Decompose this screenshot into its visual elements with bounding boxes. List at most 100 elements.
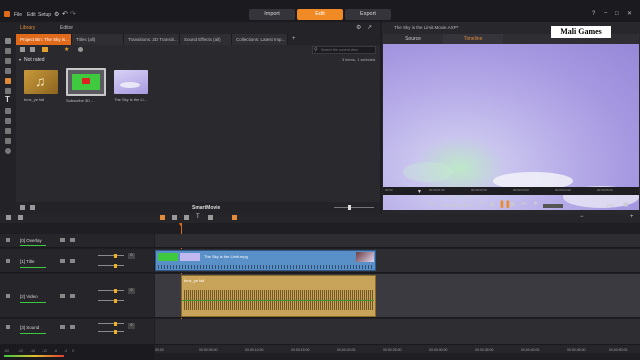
- track-lock-icon[interactable]: [6, 259, 10, 263]
- library-title[interactable]: Library: [20, 25, 35, 31]
- track-volume-slider[interactable]: [98, 321, 124, 326]
- tab-transitions[interactable]: Transitions: 2D Transiti...: [124, 34, 180, 45]
- track-name[interactable]: [0] Overlay: [20, 238, 42, 243]
- transitions-icon[interactable]: [5, 108, 11, 114]
- play-icon[interactable]: ▶: [511, 201, 516, 208]
- track-area-title[interactable]: The Sky is the Limit.mpg: [155, 249, 640, 273]
- menu-edit[interactable]: Edit: [27, 12, 36, 18]
- settings-icon[interactable]: ⚙: [54, 11, 59, 18]
- snap-icon[interactable]: [232, 215, 237, 220]
- track-value-box[interactable]: 0: [128, 288, 135, 294]
- volume-icon[interactable]: ►: [533, 201, 539, 207]
- timeline-settings-icon[interactable]: [6, 215, 11, 220]
- library-settings-icon[interactable]: ⚙: [356, 24, 361, 31]
- trash-icon[interactable]: [184, 215, 189, 220]
- maximize-icon[interactable]: □: [615, 11, 619, 17]
- library-item-audio[interactable]: ♫: [24, 70, 58, 94]
- folder-icon[interactable]: [42, 47, 48, 52]
- title-icon[interactable]: T: [5, 95, 10, 104]
- add-media-icon[interactable]: [20, 205, 25, 210]
- track-volume-slider[interactable]: [98, 288, 124, 293]
- music-icon[interactable]: [5, 88, 11, 94]
- razor-icon[interactable]: [160, 215, 165, 220]
- group-heading[interactable]: Not rated: [24, 57, 45, 63]
- visibility-icon[interactable]: [60, 238, 65, 242]
- slider-knob[interactable]: [114, 263, 117, 268]
- project-bin-icon[interactable]: [5, 38, 11, 44]
- sound-effects-icon[interactable]: [5, 138, 11, 144]
- trim-icon[interactable]: [172, 215, 177, 220]
- track-volume-slider[interactable]: [98, 253, 124, 258]
- slider-knob[interactable]: [348, 205, 351, 210]
- montage-icon[interactable]: [5, 128, 11, 134]
- track-value-box[interactable]: 0: [128, 323, 135, 329]
- tab-titles[interactable]: Titles (all): [72, 34, 124, 45]
- pip-button[interactable]: PiP: [607, 203, 614, 208]
- fullscreen-icon[interactable]: ▣: [623, 201, 629, 208]
- video-clip[interactable]: bmx_ye fail: [181, 275, 376, 317]
- import-media-icon[interactable]: [30, 205, 35, 210]
- visibility-icon[interactable]: [60, 294, 65, 298]
- library-item-sky[interactable]: [114, 70, 148, 94]
- zoom-in-icon[interactable]: +: [630, 214, 634, 220]
- undo-icon[interactable]: ↶: [62, 10, 68, 18]
- track-lock-icon[interactable]: [6, 238, 10, 242]
- group-chevron-icon[interactable]: ▾: [19, 57, 21, 62]
- zoom-out-icon[interactable]: −: [580, 214, 584, 220]
- redo-icon[interactable]: ↷: [70, 10, 76, 18]
- help-icon[interactable]: ?: [592, 11, 595, 17]
- title-clip[interactable]: The Sky is the Limit.mpg: [155, 250, 376, 271]
- step-forward-icon[interactable]: ⏭: [521, 201, 526, 208]
- slider-knob[interactable]: [114, 329, 117, 334]
- timeline-ruler[interactable]: 00:00 00:00:05:00 00:00:10:00 00:00:15:0…: [155, 345, 640, 353]
- audio-toggle-icon[interactable]: [70, 259, 75, 263]
- thumbnail-size-slider[interactable]: [334, 205, 374, 210]
- track-area-video[interactable]: bmx_ye fail: [155, 274, 640, 318]
- new-tab-button[interactable]: +: [292, 36, 296, 42]
- step-back-icon[interactable]: ⏮: [479, 201, 484, 208]
- tag-icon[interactable]: [78, 47, 83, 52]
- loop-icon[interactable]: ↻: [429, 201, 434, 208]
- track-name[interactable]: [2] Video: [20, 294, 38, 299]
- track-opacity-slider[interactable]: [98, 329, 124, 334]
- editor-title[interactable]: Editor: [60, 25, 73, 31]
- track-name[interactable]: [3] Sound: [20, 325, 39, 330]
- smartmovie-label[interactable]: SmartMovie: [192, 205, 220, 211]
- track-lock-icon[interactable]: [6, 294, 10, 298]
- visibility-icon[interactable]: [60, 325, 65, 329]
- collections-icon[interactable]: [5, 48, 11, 54]
- tab-timeline[interactable]: Timeline: [443, 34, 503, 44]
- tab-project-bin[interactable]: Project Bin: The Sky is...: [16, 34, 72, 45]
- track-area-overlay[interactable]: [155, 234, 640, 248]
- tab-collections[interactable]: Collections: Latest Imp...: [232, 34, 288, 45]
- rewind-icon[interactable]: ◀: [489, 201, 494, 208]
- edit-mode-button[interactable]: Edit: [297, 9, 343, 20]
- jog-dial[interactable]: [443, 204, 471, 207]
- playhead-head-icon[interactable]: ▼: [178, 222, 183, 228]
- view-grid-icon[interactable]: [20, 47, 25, 52]
- slider-knob[interactable]: [114, 253, 117, 258]
- close-icon[interactable]: ✕: [627, 10, 632, 17]
- star-filter-icon[interactable]: ★: [64, 46, 69, 53]
- playhead-marker-icon[interactable]: ▼: [417, 189, 422, 195]
- photo-icon[interactable]: [5, 68, 11, 74]
- track-lock-icon[interactable]: [6, 325, 10, 329]
- library-expand-icon[interactable]: ↗: [367, 24, 372, 31]
- visibility-icon[interactable]: [60, 259, 65, 263]
- effects-icon[interactable]: [5, 78, 11, 84]
- slider-knob[interactable]: [114, 288, 117, 293]
- search-input[interactable]: ⚲ Search the current view: [312, 46, 376, 54]
- menu-setup[interactable]: Setup: [38, 12, 51, 18]
- filters-icon[interactable]: [5, 118, 11, 124]
- minimize-icon[interactable]: –: [604, 10, 607, 16]
- tab-source[interactable]: Source: [383, 34, 443, 44]
- timeline-tool-icon[interactable]: [18, 215, 23, 220]
- track-opacity-slider[interactable]: [98, 263, 124, 268]
- track-area-sound[interactable]: [155, 319, 640, 345]
- menu-file[interactable]: File: [14, 12, 22, 18]
- import-mode-button[interactable]: Import: [249, 9, 295, 20]
- slider-knob[interactable]: [114, 321, 117, 326]
- slider-knob[interactable]: [114, 298, 117, 303]
- pause-icon[interactable]: ❚❚: [499, 200, 511, 208]
- text-tool-icon[interactable]: T: [196, 214, 200, 220]
